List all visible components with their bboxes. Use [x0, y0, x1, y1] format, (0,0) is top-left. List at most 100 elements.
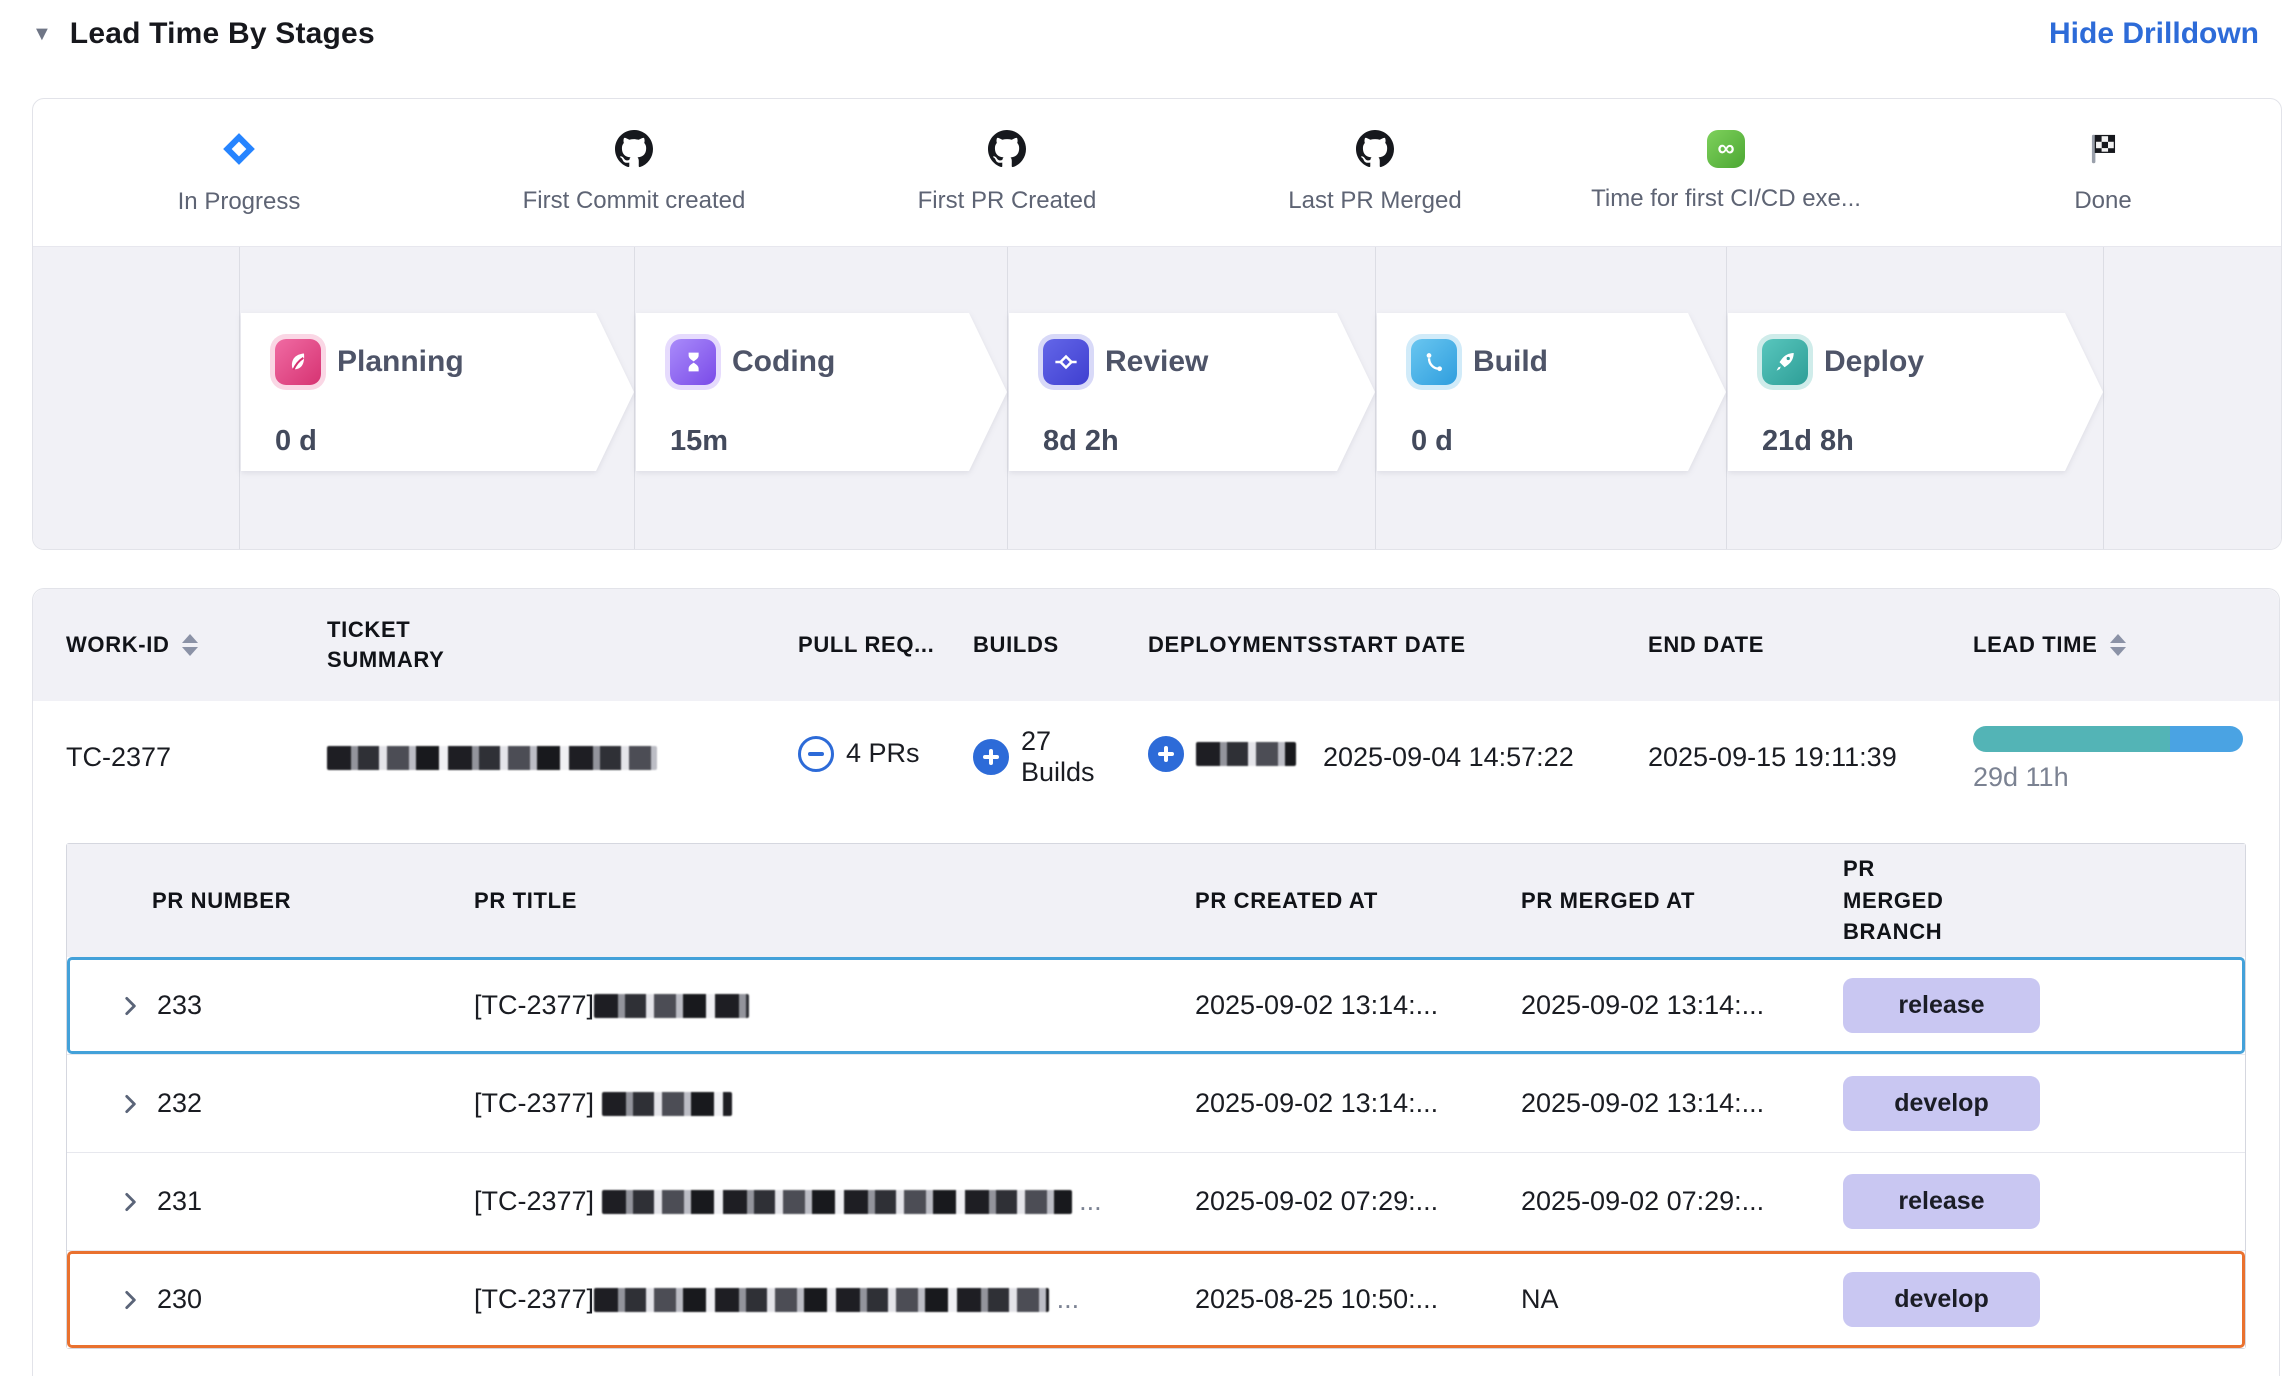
column-ticket-summary: TICKET SUMMARY	[293, 615, 760, 674]
pr-number: 233	[157, 990, 202, 1021]
pr-branch-cell: release	[1843, 978, 2245, 1033]
pr-merged-at: NA	[1521, 1284, 1843, 1315]
stage-divider	[634, 247, 635, 550]
stage-divider	[239, 247, 240, 550]
stage-name: Review	[1105, 345, 1208, 379]
milestone-in-progress: In Progress	[59, 127, 419, 216]
stage-divider	[1007, 247, 1008, 550]
milestone-last-pr-merged: Last PR Merged	[1195, 127, 1555, 215]
collapse-triangle-icon[interactable]: ▼	[32, 24, 52, 44]
pr-title: [TC-2377] ...	[474, 1186, 1195, 1217]
stage-coding: Coding 15m	[636, 313, 1007, 471]
pr-row-233[interactable]: 233 [TC-2377] 2025-09-02 13:14:... 2025-…	[67, 957, 2245, 1054]
column-pr-created-at: PR CREATED AT	[1195, 885, 1521, 917]
column-builds: BUILDS	[935, 630, 1110, 660]
work-items-card: WORK-ID TICKET SUMMARY PULL REQ... BUILD…	[32, 588, 2280, 1376]
pr-branch-cell: develop	[1843, 1076, 2245, 1131]
milestone-label: Done	[1923, 187, 2282, 215]
builds-cell[interactable]: 27 Builds	[935, 726, 1110, 788]
expand-deployments-icon[interactable]	[1148, 736, 1184, 772]
lead-time-cell: 29d 11h	[1935, 722, 2279, 793]
stage-duration: 0 d	[1411, 425, 1726, 458]
cicd-icon: ∞	[1707, 127, 1745, 171]
start-date-cell: 2025-09-04 14:57:22	[1285, 742, 1610, 773]
sort-icon[interactable]	[2110, 634, 2126, 656]
stages-card: In Progress First Commit created First P…	[32, 98, 2282, 550]
milestone-first-commit: First Commit created	[454, 127, 814, 215]
pr-row-231[interactable]: 231 [TC-2377] ... 2025-09-02 07:29:... 2…	[67, 1152, 2245, 1250]
chevron-right-icon[interactable]	[117, 1189, 143, 1215]
stage-duration: 15m	[670, 425, 1007, 458]
build-icon	[1411, 339, 1457, 385]
column-work-id[interactable]: WORK-ID	[33, 630, 293, 660]
deployments-cell[interactable]	[1110, 736, 1285, 779]
pr-table-header: PR NUMBER PR TITLE PR CREATED AT PR MERG…	[67, 844, 2245, 957]
chevron-right-icon[interactable]	[117, 993, 143, 1019]
pr-branch-cell: develop	[1843, 1272, 2245, 1327]
column-pr-number: PR NUMBER	[67, 885, 474, 917]
finish-flag-icon	[2084, 127, 2122, 171]
milestone-first-pr: First PR Created	[827, 127, 1187, 215]
milestone-label: Time for first CI/CD exe...	[1546, 185, 1906, 213]
expand-builds-icon[interactable]	[973, 739, 1009, 775]
stage-name: Deploy	[1824, 345, 1924, 379]
rocket-icon	[1762, 339, 1808, 385]
collapse-prs-icon[interactable]	[798, 736, 834, 772]
milestone-label: Last PR Merged	[1195, 187, 1555, 215]
chevron-right-icon[interactable]	[117, 1287, 143, 1313]
pr-created-at: 2025-09-02 13:14:...	[1195, 990, 1521, 1021]
column-lead-time[interactable]: LEAD TIME	[1935, 630, 2279, 660]
pull-requests-cell[interactable]: 4 PRs	[760, 736, 935, 779]
column-deployments: DEPLOYMENTS	[1110, 630, 1285, 660]
stage-name: Planning	[337, 345, 464, 379]
pr-title: [TC-2377]	[474, 1088, 1195, 1119]
sort-icon[interactable]	[182, 634, 198, 656]
pr-branch-cell: release	[1843, 1174, 2245, 1229]
hourglass-icon	[670, 339, 716, 385]
stage-planning: Planning 0 d	[241, 313, 634, 471]
page-title: Lead Time By Stages	[70, 17, 375, 51]
end-date-cell: 2025-09-15 19:11:39	[1610, 742, 1935, 773]
pr-table: PR NUMBER PR TITLE PR CREATED AT PR MERG…	[66, 843, 2246, 1349]
github-icon	[1356, 127, 1394, 171]
stage-duration: 8d 2h	[1043, 425, 1375, 458]
pr-merged-at: 2025-09-02 13:14:...	[1521, 990, 1843, 1021]
pr-number: 232	[157, 1088, 202, 1119]
stage-build: Build 0 d	[1377, 313, 1726, 471]
redacted-text	[602, 1092, 732, 1116]
redacted-text	[1196, 742, 1296, 766]
stage-duration: 21d 8h	[1762, 425, 2103, 458]
stage-divider	[1375, 247, 1376, 550]
milestone-label: First PR Created	[827, 187, 1187, 215]
column-end-date: END DATE	[1610, 630, 1935, 660]
lead-time-value: 29d 11h	[1973, 762, 2279, 793]
stage-name: Build	[1473, 345, 1548, 379]
stage-duration: 0 d	[275, 425, 634, 458]
milestone-label: First Commit created	[454, 187, 814, 215]
work-item-row[interactable]: TC-2377 4 PRs 27 Builds	[33, 701, 2279, 813]
pr-row-230[interactable]: 230 [TC-2377] ... 2025-08-25 10:50:... N…	[67, 1250, 2245, 1348]
stage-review: Review 8d 2h	[1009, 313, 1375, 471]
stage-deploy: Deploy 21d 8h	[1728, 313, 2103, 471]
lead-time-bar	[1973, 726, 2243, 752]
redacted-text	[327, 746, 657, 770]
pr-title: [TC-2377]	[474, 990, 1195, 1021]
hide-drilldown-link[interactable]: Hide Drilldown	[2049, 17, 2259, 51]
planning-icon	[275, 339, 321, 385]
milestone-label: In Progress	[59, 188, 419, 216]
redacted-text	[594, 994, 749, 1018]
work-id-cell: TC-2377	[33, 742, 293, 773]
ticket-summary-cell	[293, 742, 760, 773]
pr-created-at: 2025-09-02 07:29:...	[1195, 1186, 1521, 1217]
pr-merged-at: 2025-09-02 07:29:...	[1521, 1186, 1843, 1217]
jira-status-icon	[219, 127, 259, 171]
milestone-done: Done	[1923, 127, 2282, 215]
review-icon	[1043, 339, 1089, 385]
branch-badge: release	[1843, 978, 2040, 1033]
github-icon	[615, 127, 653, 171]
column-start-date: START DATE	[1285, 630, 1610, 660]
branch-badge: develop	[1843, 1076, 2040, 1131]
chevron-right-icon[interactable]	[117, 1091, 143, 1117]
pr-row-232[interactable]: 232 [TC-2377] 2025-09-02 13:14:... 2025-…	[67, 1054, 2245, 1152]
stage-divider	[2103, 247, 2104, 550]
